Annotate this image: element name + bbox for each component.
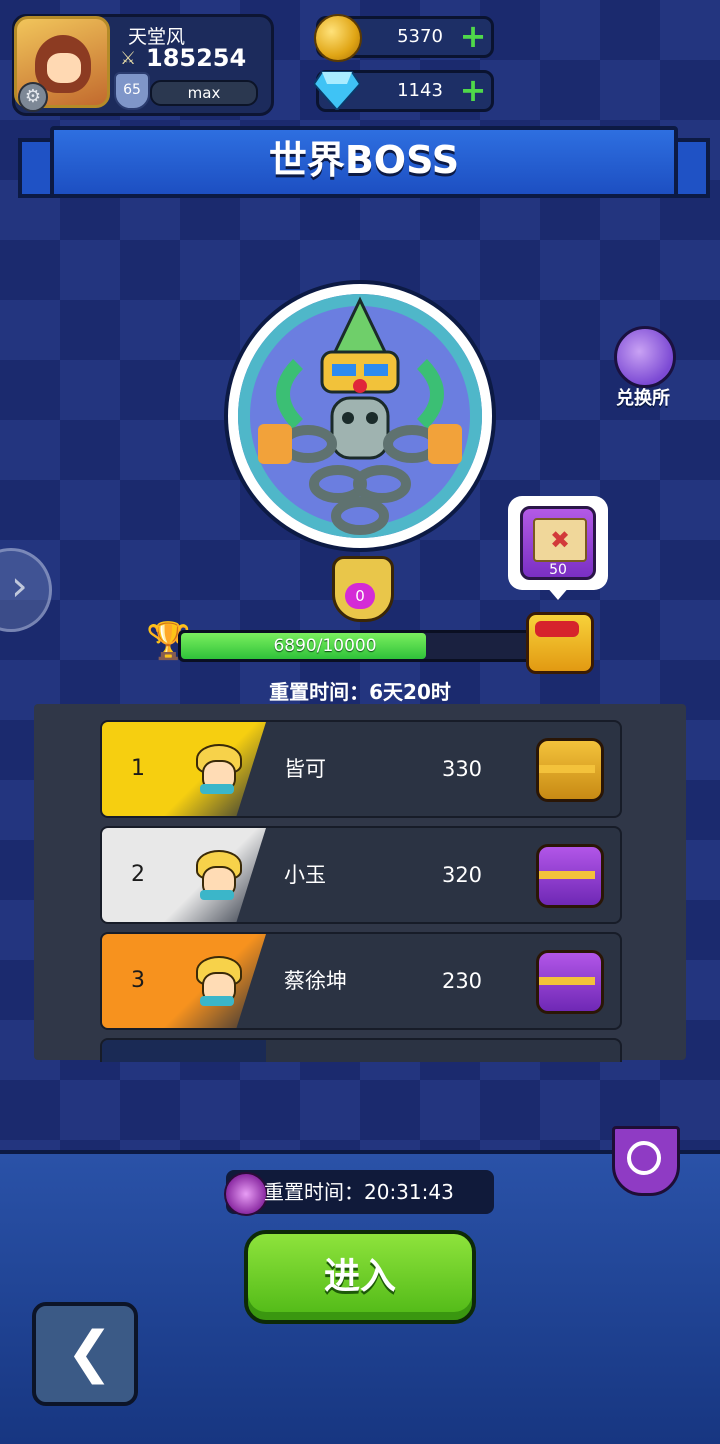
skull-icon [224, 1172, 268, 1216]
player-name: 蔡徐坤 [284, 969, 347, 993]
player-power: 185254 [146, 44, 247, 72]
boss-portrait [238, 294, 482, 538]
exchange-shop-icon[interactable] [614, 326, 676, 388]
player-avatar-icon [194, 744, 242, 794]
player-level-bar: max [150, 80, 258, 106]
treasure-chest-icon[interactable] [536, 950, 604, 1014]
player-score: 320 [441, 863, 483, 887]
reward-popup-tail [546, 586, 570, 600]
player-level-badge: 65 [114, 72, 150, 110]
player-score: 230 [441, 969, 483, 993]
diamond-gem-icon [314, 71, 360, 110]
treasure-chest-icon[interactable] [536, 738, 604, 802]
rank-number: 3 [131, 968, 145, 993]
gem-amount: 1143 [397, 80, 443, 101]
treasure-map-icon: ✖ [533, 518, 587, 562]
season-reset-time: 重置时间：6天20时 [269, 680, 451, 704]
player-name: 小玉 [284, 863, 326, 887]
player-score: 330 [441, 757, 483, 781]
damage-progress-text: 6890/10000 [273, 636, 377, 656]
add-gold-button[interactable]: + [459, 20, 487, 52]
rank-rewards-shield-button[interactable] [612, 1126, 680, 1196]
side-expand-arrow[interactable]: › [0, 548, 52, 632]
leaderboard-row-partial [100, 1038, 622, 1062]
enter-button-label[interactable]: 进入 [244, 1230, 476, 1324]
leaderboard-row[interactable]: 3 蔡徐坤 230 [100, 932, 622, 1030]
target-icon [627, 1141, 661, 1175]
add-gem-button[interactable]: + [459, 74, 487, 106]
rank-number: 2 [131, 862, 145, 887]
reward-quantity: 50 [549, 562, 567, 578]
page-title: 世界BOSS [268, 138, 460, 182]
gold-coin-icon [314, 14, 362, 62]
power-sword-icon: ⚔ [120, 48, 137, 69]
player-avatar-icon [194, 956, 242, 1006]
back-button[interactable]: ❮ [32, 1302, 138, 1406]
gold-amount: 5370 [397, 26, 443, 47]
exchange-shop-label[interactable]: 兑换所 [600, 384, 686, 410]
chevron-left-icon: ❮ [66, 1320, 113, 1385]
treasure-chest-icon[interactable] [536, 844, 604, 908]
leaderboard-row[interactable]: 2 小玉 320 [100, 826, 622, 924]
chevron-right-icon: › [11, 561, 28, 610]
player-name: 皆可 [284, 757, 326, 781]
daily-reset-time: 重置时间：20:31:43 [264, 1180, 454, 1204]
leaderboard-row[interactable]: 1 皆可 330 [100, 720, 622, 818]
progress-reward-chest-icon[interactable] [526, 612, 594, 674]
player-avatar-icon [194, 850, 242, 900]
kill-count: 0 [345, 583, 375, 609]
rank-number: 1 [131, 756, 145, 781]
settings-gear-icon[interactable]: ⚙ [18, 82, 48, 112]
